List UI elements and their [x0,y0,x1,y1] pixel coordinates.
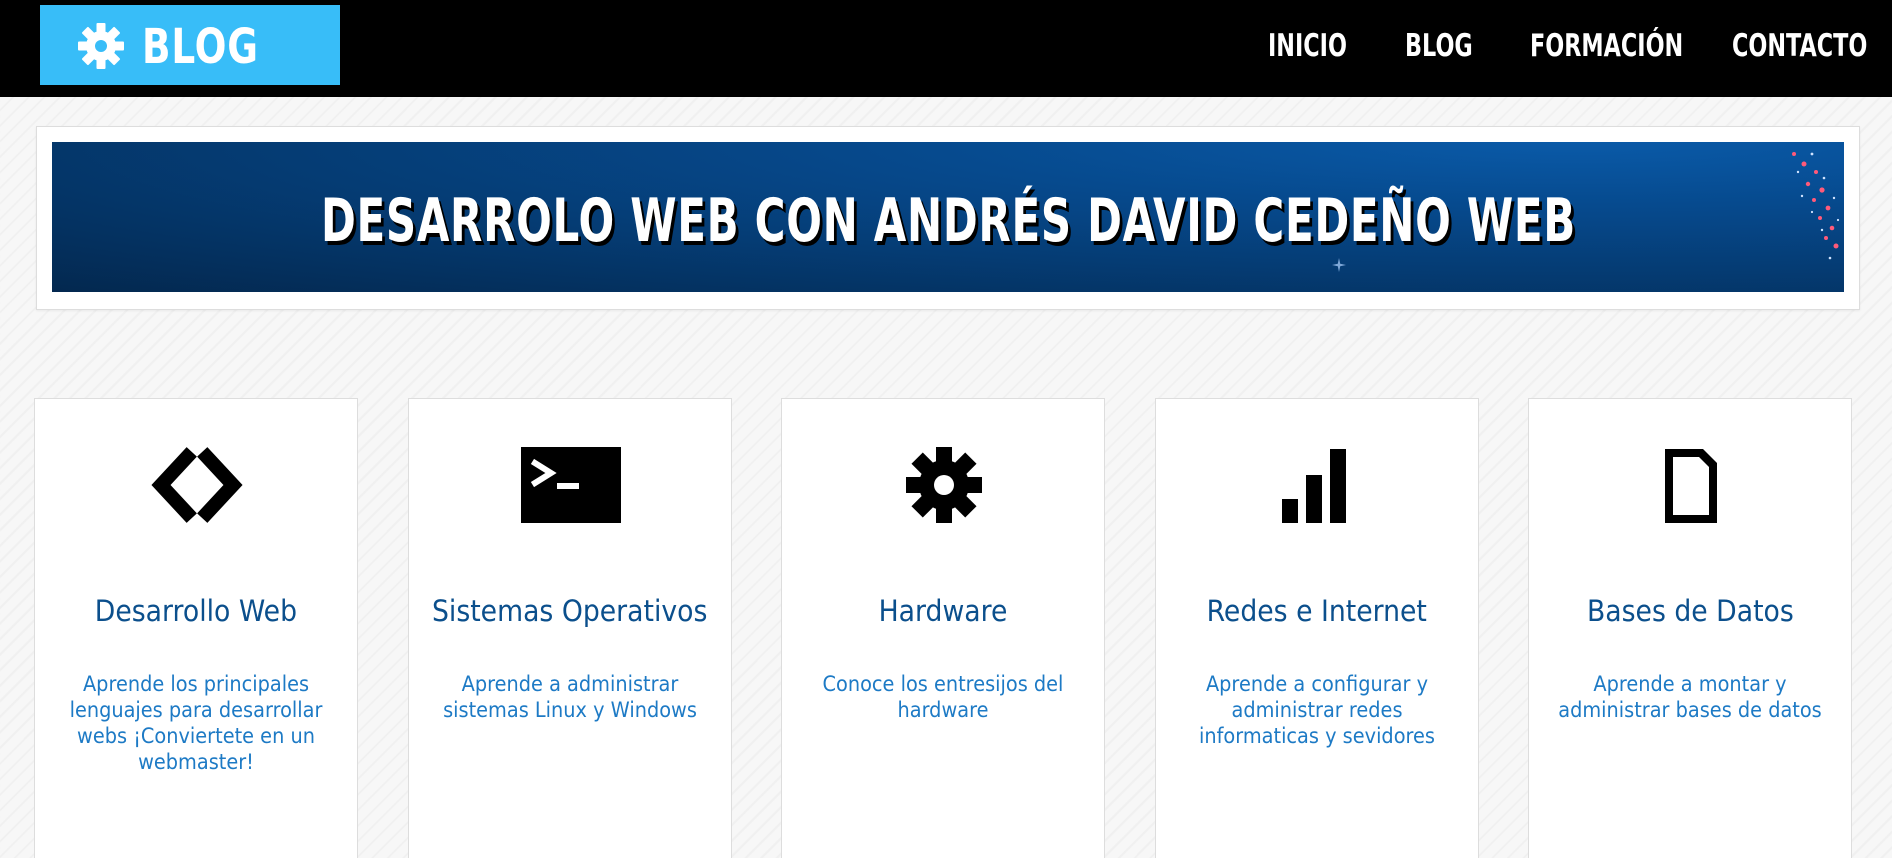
nav-inicio[interactable]: INICIO [1268,26,1347,66]
logo-text: BLOG [142,19,259,75]
card-description: Aprende los principales lenguajes para d… [69,672,323,774]
card-description: Aprende a montar y administrar bases de … [1558,672,1822,722]
category-card-redes-internet[interactable]: Redes e Internet Aprende a configurar y … [1155,398,1479,858]
star-sparkle [1332,258,1346,272]
top-navigation-bar: BLOG INICIO BLOG FORMACIÓN CONTACTO [0,0,1892,97]
category-card-desarrollo-web[interactable]: Desarrollo Web Aprende los principales l… [34,398,358,858]
nav-blog[interactable]: BLOG [1405,26,1473,66]
card-title[interactable]: Hardware [782,593,1104,629]
card-description: Aprende a administrar sistemas Linux y W… [443,672,697,722]
card-title[interactable]: Redes e Internet [1156,593,1478,629]
hero-banner: DESARROLO WEB CON ANDRÉS DAVID CEDEÑO WE… [52,142,1844,292]
terminal-icon [521,447,621,523]
banner-title: DESARROLO WEB CON ANDRÉS DAVID CEDEÑO WE… [52,186,1844,256]
code-icon [151,447,243,523]
card-title[interactable]: Bases de Datos [1529,593,1851,629]
file-icon [1665,449,1717,523]
signal-bars-icon [1282,449,1346,523]
card-description: Aprende a configurar y administrar redes… [1198,672,1435,748]
category-card-hardware[interactable]: Hardware Conoce los entresijos del hardw… [781,398,1105,858]
blog-logo-link[interactable]: BLOG [40,5,340,85]
gear-icon [78,23,124,69]
category-card-sistemas-operativos[interactable]: Sistemas Operativos Aprende a administra… [408,398,732,858]
nav-contacto[interactable]: CONTACTO [1732,26,1867,66]
card-description: Conoce los entresijos del hardware [822,672,1064,722]
banner-title-text: DESARROLO WEB CON ANDRÉS DAVID CEDEÑO WE… [320,186,1577,256]
nav-formacion[interactable]: FORMACIÓN [1530,26,1683,66]
gear-icon [906,447,982,523]
banner-frame: DESARROLO WEB CON ANDRÉS DAVID CEDEÑO WE… [36,126,1860,310]
card-title[interactable]: Desarrollo Web [35,593,357,629]
card-title[interactable]: Sistemas Operativos [409,593,731,629]
category-card-bases-datos[interactable]: Bases de Datos Aprende a montar y admini… [1528,398,1852,858]
